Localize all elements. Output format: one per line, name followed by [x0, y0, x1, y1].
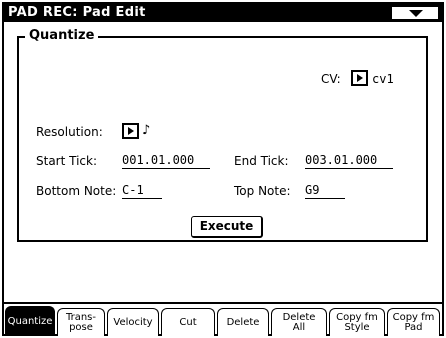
- tab-delete[interactable]: Delete: [217, 308, 269, 336]
- cv-value: cv1: [372, 72, 394, 86]
- tab-cut[interactable]: Cut: [161, 308, 215, 336]
- title-bar: PAD REC: Pad Edit: [4, 4, 442, 22]
- execute-button[interactable]: Execute: [191, 216, 263, 238]
- triangle-right-icon: [357, 74, 363, 82]
- page-title: PAD REC: Pad Edit: [8, 5, 146, 20]
- resolution-label: Resolution:: [36, 125, 103, 139]
- start-tick-field[interactable]: 001.01.000: [122, 153, 210, 169]
- top-note-label: Top Note:: [234, 184, 291, 198]
- cv-label: CV:: [321, 72, 341, 86]
- bottom-note-label: Bottom Note:: [36, 184, 117, 198]
- tab-delete-all[interactable]: Delete All: [271, 308, 327, 336]
- quantize-group: Quantize CV: cv1 Resolution: ♪ Start Tic…: [17, 28, 428, 242]
- quantize-legend: Quantize: [25, 28, 99, 43]
- start-tick-label: Start Tick:: [36, 154, 98, 168]
- tab-transpose[interactable]: Trans- pose: [57, 308, 105, 336]
- triangle-right-icon: [128, 127, 134, 135]
- triangle-down-icon: [409, 10, 423, 17]
- tab-bar: Quantize Trans- pose Velocity Cut Delete…: [4, 302, 442, 336]
- sixteenth-note-icon: ♪: [142, 123, 151, 138]
- bottom-note-field[interactable]: C-1: [122, 183, 162, 199]
- page-menu-button[interactable]: [391, 6, 439, 20]
- cv-popup-button[interactable]: [351, 70, 368, 86]
- tab-copy-from-style[interactable]: Copy fm Style: [329, 308, 385, 336]
- top-note-field[interactable]: G9: [305, 183, 345, 199]
- resolution-popup-button[interactable]: [122, 123, 139, 139]
- end-tick-label: End Tick:: [234, 154, 289, 168]
- tab-velocity[interactable]: Velocity: [107, 308, 159, 336]
- tab-copy-from-pad[interactable]: Copy fm Pad: [387, 308, 440, 336]
- tab-quantize[interactable]: Quantize: [5, 306, 55, 336]
- end-tick-field[interactable]: 003.01.000: [305, 153, 393, 169]
- pad-edit-screen: PAD REC: Pad Edit Quantize CV: cv1 Resol…: [2, 2, 444, 336]
